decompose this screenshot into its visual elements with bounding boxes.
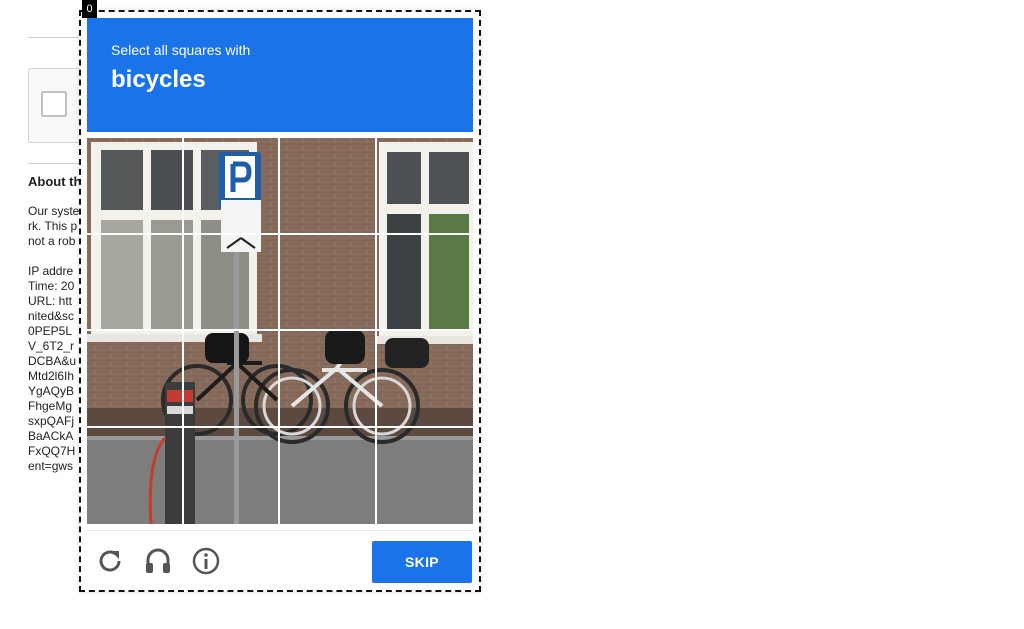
- image-tile-r1-c1[interactable]: [87, 138, 184, 235]
- reload-icon[interactable]: [94, 545, 126, 577]
- image-tile-r4-c2[interactable]: [184, 427, 280, 524]
- challenge-image: [87, 138, 473, 524]
- image-tile-r3-c4[interactable]: [376, 331, 473, 428]
- image-tile-r2-c3[interactable]: [280, 234, 377, 331]
- recaptcha-checkbox[interactable]: [41, 91, 67, 117]
- footer-divider: [87, 530, 473, 531]
- image-tile-r1-c2[interactable]: [183, 138, 280, 235]
- image-tile-r3-c1[interactable]: [87, 331, 184, 428]
- instruction-text: Select all squares with: [111, 42, 251, 58]
- challenge-header: Select all squares with bicycles: [87, 18, 473, 132]
- tile-grid: [87, 138, 473, 524]
- image-tile-r1-c4[interactable]: [376, 138, 473, 235]
- skip-button[interactable]: SKIP: [372, 541, 472, 583]
- headphones-icon[interactable]: [142, 545, 174, 577]
- counter-badge: 0: [82, 0, 97, 18]
- image-tile-r4-c1[interactable]: [87, 427, 184, 524]
- about-title: About th: [28, 174, 82, 189]
- image-tile-r2-c2[interactable]: [183, 234, 280, 331]
- image-tile-r4-c3[interactable]: [280, 427, 377, 524]
- image-tile-r2-c4[interactable]: [376, 235, 473, 331]
- image-tile-r2-c1[interactable]: [87, 234, 184, 331]
- info-icon[interactable]: [190, 545, 222, 577]
- image-tile-r1-c3[interactable]: [280, 138, 377, 235]
- target-keyword: bicycles: [111, 66, 206, 93]
- image-tile-r3-c2[interactable]: [183, 331, 280, 428]
- image-tile-r4-c4[interactable]: [377, 428, 474, 525]
- image-tile-r3-c3[interactable]: [280, 331, 377, 428]
